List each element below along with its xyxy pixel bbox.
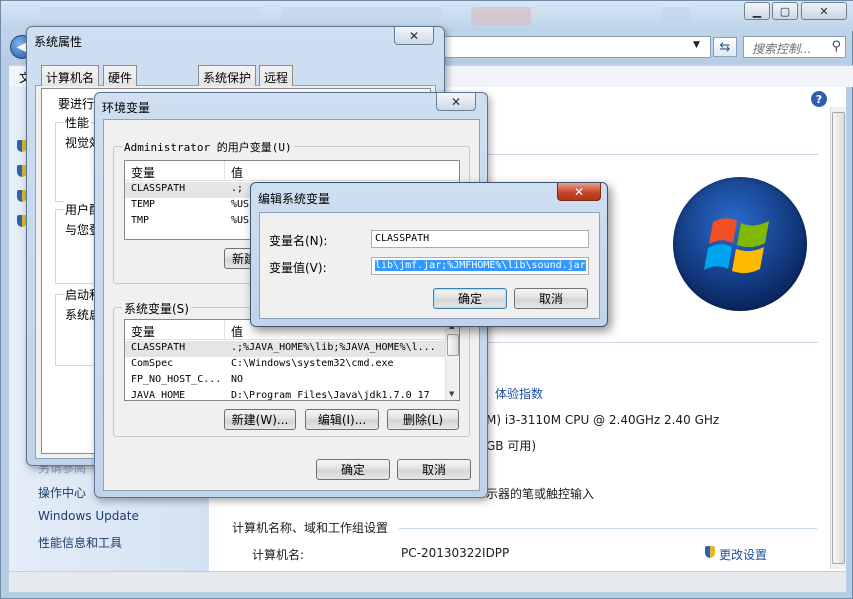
minimize-icon: ▁ (752, 4, 762, 18)
variable-name: ComSpec (131, 358, 174, 369)
left-link-windows-update[interactable]: Windows Update (38, 509, 139, 523)
list-item[interactable]: ComSpec C:\Windows\system32\cmd.exe (125, 357, 446, 373)
variable-value: C:\Windows\system32\cmd.exe (231, 358, 394, 369)
search-input[interactable]: 搜索控制... ⚲ (743, 36, 846, 58)
variable-value-label: 变量值(V): (269, 261, 327, 275)
computer-name-value: PC-20130322IDPP (401, 546, 510, 560)
variable-name: CLASSPATH (131, 342, 186, 353)
windows-logo (673, 177, 807, 311)
close-button[interactable]: ✕ (394, 27, 434, 45)
tab-system-protection[interactable]: 系统保护 (198, 65, 257, 86)
maximize-button[interactable]: ▢ (772, 2, 798, 20)
variable-name-label: 变量名(N): (269, 234, 328, 248)
rating-link[interactable]: 体验指数 (495, 385, 543, 402)
background-taskbar-tab (661, 7, 691, 25)
left-link-action-center[interactable]: 操作中心 (38, 484, 86, 501)
close-icon: ✕ (450, 94, 462, 109)
tab-remote[interactable]: 远程 (259, 65, 294, 86)
shield-icon (705, 546, 715, 558)
close-icon: ✕ (408, 28, 420, 43)
ram-text: GB 可用) (486, 439, 537, 453)
dialog-title: 编辑系统变量 (258, 192, 331, 206)
help-icon[interactable]: ? (811, 91, 827, 107)
scrollbar[interactable]: ▲ ▼ (445, 320, 459, 400)
column-header-value[interactable]: 值 (225, 161, 459, 181)
search-icon: ⚲ (831, 39, 841, 54)
scrollbar-thumb[interactable] (447, 334, 459, 356)
variable-name: TEMP (131, 199, 156, 210)
cancel-button[interactable]: 取消 (514, 288, 588, 309)
change-settings-link[interactable]: 更改设置 (719, 546, 767, 563)
dialog-title: 系统属性 (34, 35, 83, 49)
system-edit-button[interactable]: 编辑(I)... (305, 409, 379, 430)
tab-hardware[interactable]: 硬件 (103, 65, 138, 86)
system-variables-list[interactable]: 变量 值 CLASSPATH .;%JAVA_HOME%\lib;%JAVA_H… (124, 319, 460, 401)
scrollbar-thumb[interactable] (832, 112, 845, 564)
system-variables-label: 系统变量(S) (122, 300, 191, 317)
tab-computer-name[interactable]: 计算机名 (41, 65, 100, 86)
background-taskbar-tab (471, 7, 531, 25)
status-bar (9, 571, 846, 592)
left-link-performance[interactable]: 性能信息和工具 (38, 534, 122, 551)
list-header: 变量 值 (125, 161, 459, 181)
close-button[interactable]: ✕ (557, 183, 601, 201)
variable-name: CLASSPATH (131, 183, 186, 194)
refresh-icon: ⇆ (719, 39, 731, 55)
refresh-button[interactable]: ⇆ (713, 37, 737, 57)
chevron-down-icon[interactable]: ▼ (693, 40, 700, 50)
dialog-title: 环境变量 (102, 101, 151, 115)
close-icon: ✕ (819, 4, 829, 18)
list-item[interactable]: FP_NO_HOST_C... NO (125, 373, 446, 389)
intro-text: 要进行 (58, 97, 95, 111)
computer-name-label: 计算机名: (252, 548, 305, 562)
background-taskbar-tab (41, 7, 261, 25)
user-variables-label: Administrator 的用户变量(U) (122, 139, 294, 155)
minimize-button[interactable]: ▁ (744, 2, 770, 20)
variable-name: FP_NO_HOST_C... (131, 374, 222, 385)
ok-button[interactable]: 确定 (433, 288, 507, 309)
system-delete-button[interactable]: 删除(L) (387, 409, 459, 430)
column-header-variable[interactable]: 变量 (125, 161, 225, 181)
edit-system-variable-dialog: 编辑系统变量 ✕ 变量名(N): CLASSPATH 变量值(V): lib\j… (250, 182, 608, 327)
variable-name-value: CLASSPATH (375, 233, 430, 244)
cpu-text: M) i3-3110M CPU @ 2.40GHz 2.40 GHz (486, 413, 720, 427)
close-button[interactable]: ✕ (801, 2, 847, 20)
divider (399, 528, 817, 529)
variable-value: .;%JAVA_HOME%\lib;%JAVA_HOME%\l... (231, 342, 436, 353)
pen-text: 示器的笔或触控输入 (486, 487, 595, 501)
section-title: 计算机名称、域和工作组设置 (232, 521, 389, 535)
variable-name: TMP (131, 215, 150, 226)
list-item[interactable]: JAVA_HOME D:\Program Files\Java\jdk1.7.0… (125, 389, 446, 401)
close-icon: ✕ (573, 184, 585, 199)
performance-group-label: 性能 (64, 114, 91, 131)
variable-value-text: lib\jmf.jar;%JMFHOME%\lib\sound.jar (375, 260, 586, 271)
variable-name-field[interactable]: CLASSPATH (371, 230, 589, 248)
list-item[interactable]: CLASSPATH .;%JAVA_HOME%\lib;%JAVA_HOME%\… (125, 341, 446, 357)
maximize-icon: ▢ (779, 4, 791, 18)
variable-value-field[interactable]: lib\jmf.jar;%JMFHOME%\lib\sound.jar (371, 257, 589, 275)
column-header-variable[interactable]: 变量 (125, 320, 225, 340)
search-placeholder: 搜索控制... (752, 42, 812, 56)
scroll-down-icon[interactable]: ▼ (449, 390, 454, 398)
variable-value: D:\Program Files\Java\jdk1.7.0_17 (231, 390, 430, 401)
variable-name: JAVA_HOME (131, 390, 186, 401)
variable-value: NO (231, 374, 244, 385)
system-new-button[interactable]: 新建(W)... (224, 409, 296, 430)
windows-flag-icon (704, 218, 769, 274)
ok-button[interactable]: 确定 (316, 459, 390, 480)
scrollbar[interactable] (830, 107, 846, 569)
close-button[interactable]: ✕ (436, 93, 476, 111)
cancel-button[interactable]: 取消 (397, 459, 471, 480)
background-taskbar-tab (281, 7, 441, 25)
